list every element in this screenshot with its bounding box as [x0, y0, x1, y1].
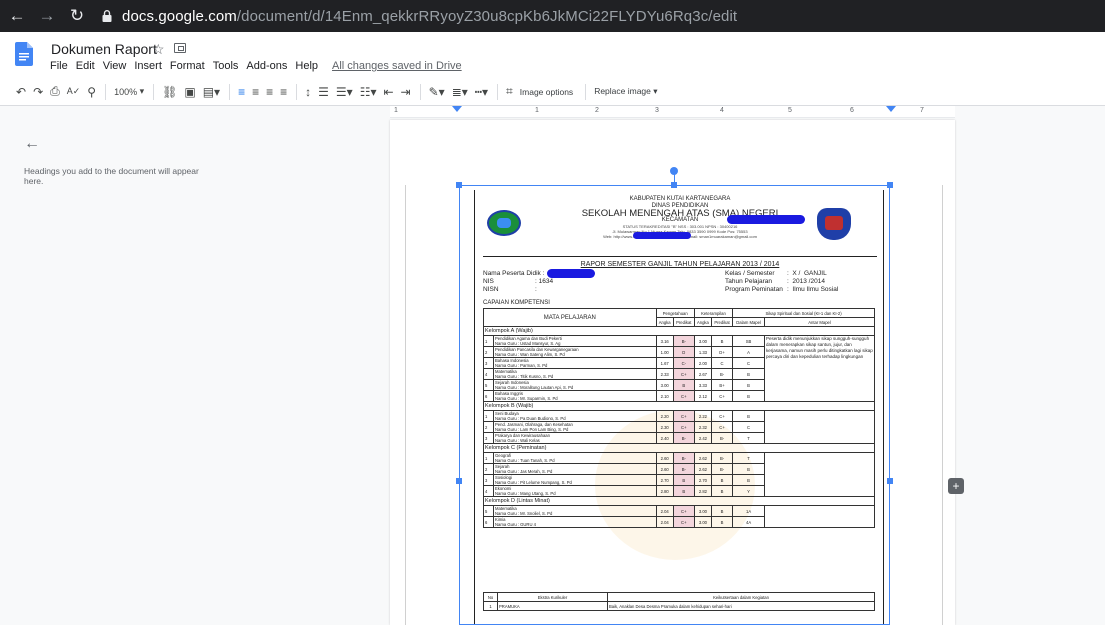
- save-status[interactable]: All changes saved in Drive: [332, 60, 462, 72]
- reload-icon[interactable]: ↻: [64, 3, 90, 29]
- toolbar-divider: [153, 83, 155, 100]
- star-icon[interactable]: ☆: [152, 41, 165, 58]
- ruler-number: 7: [920, 107, 924, 114]
- google-docs-logo-icon[interactable]: [15, 42, 33, 66]
- resize-handle-right[interactable]: [887, 478, 893, 484]
- toolbar-divider: [229, 83, 231, 100]
- spellcheck-icon[interactable]: A✓: [67, 86, 81, 97]
- url-path: /document/d/14Enm_qekkrRRyoyZ30u8cpKb6Jk…: [236, 7, 738, 25]
- align-right-icon[interactable]: ≡: [266, 85, 273, 99]
- horizontal-ruler[interactable]: 1 1 2 3 4 5 6 7: [390, 106, 955, 118]
- browser-url-bar: ← → ↻ docs.google.com/document/d/14Enm_q…: [0, 0, 1105, 32]
- close-outline-arrow-icon[interactable]: ←: [24, 135, 40, 153]
- left-indent-marker[interactable]: [452, 106, 462, 112]
- border-dash-icon[interactable]: ┅▾: [475, 85, 488, 99]
- page-margin-line: [942, 185, 943, 625]
- docs-header: Dokumen Raport ☆ File Edit View Insert F…: [0, 32, 1105, 78]
- menu-insert[interactable]: Insert: [134, 60, 162, 72]
- lock-icon: [102, 10, 112, 22]
- menu-help[interactable]: Help: [295, 60, 318, 72]
- replace-image-button[interactable]: Replace image ▾: [594, 86, 657, 97]
- toolbar-divider: [105, 83, 107, 100]
- toolbar-divider: [419, 83, 421, 100]
- menu-addons[interactable]: Add-ons: [246, 60, 287, 72]
- outline-hint: Headings you add to the document will ap…: [24, 166, 199, 186]
- move-to-folder-icon[interactable]: [174, 43, 186, 53]
- checklist-icon[interactable]: ☰: [318, 85, 329, 99]
- right-indent-marker[interactable]: [886, 106, 896, 112]
- url-host: docs.google.com: [122, 7, 237, 25]
- resize-handle-top-left[interactable]: [456, 182, 462, 188]
- toolbar-divider: [497, 83, 499, 100]
- resize-handle-left[interactable]: [456, 478, 462, 484]
- menu-tools[interactable]: Tools: [213, 60, 239, 72]
- crop-icon[interactable]: ⌗: [506, 84, 513, 99]
- ruler-number: 1: [535, 107, 539, 114]
- bulleted-list-icon[interactable]: ☰▾: [336, 85, 353, 99]
- resize-handle-top[interactable]: [671, 182, 677, 188]
- line-spacing-icon[interactable]: ↕: [305, 85, 311, 99]
- insert-image-icon[interactable]: ▤▾: [203, 85, 220, 99]
- zoom-select[interactable]: 100% ▾: [114, 86, 144, 97]
- numbered-list-icon[interactable]: ☷▾: [360, 85, 377, 99]
- redo-icon[interactable]: ↷: [33, 85, 43, 99]
- ruler-number: 1: [394, 107, 398, 114]
- forward-arrow-icon[interactable]: →: [34, 3, 60, 29]
- border-color-icon[interactable]: ✎▾: [429, 85, 445, 99]
- menu-format[interactable]: Format: [170, 60, 205, 72]
- menu-edit[interactable]: Edit: [76, 60, 95, 72]
- formatting-toolbar: ↶ ↷ ⎙ A✓ ⚲ 100% ▾ ⛓ ▣ ▤▾ ≡ ≡ ≡ ≡ ↕ ☰ ☰▾ …: [0, 78, 1105, 106]
- menu-file[interactable]: File: [50, 60, 68, 72]
- url-text[interactable]: docs.google.com/document/d/14Enm_qekkrRR…: [122, 8, 737, 25]
- decrease-indent-icon[interactable]: ⇤: [383, 85, 393, 99]
- add-comment-toolbar-icon[interactable]: ▣: [184, 85, 195, 99]
- menu-view[interactable]: View: [103, 60, 127, 72]
- ruler-number: 2: [595, 107, 599, 114]
- page-margin-line: [405, 185, 406, 625]
- undo-icon[interactable]: ↶: [16, 85, 26, 99]
- print-icon[interactable]: ⎙: [50, 84, 60, 99]
- ruler-number: 4: [720, 107, 724, 114]
- docs-window: ← → ↻ docs.google.com/document/d/14Enm_q…: [0, 0, 1105, 625]
- align-center-icon[interactable]: ≡: [252, 85, 259, 99]
- ruler-number: 6: [850, 107, 854, 114]
- image-selection-border: [459, 185, 890, 625]
- back-arrow-icon[interactable]: ←: [4, 3, 30, 29]
- border-weight-icon[interactable]: ≣▾: [452, 85, 468, 99]
- increase-indent-icon[interactable]: ⇥: [401, 85, 411, 99]
- justify-icon[interactable]: ≡: [280, 85, 287, 99]
- link-icon[interactable]: ⛓: [162, 85, 177, 99]
- ruler-number: 3: [655, 107, 659, 114]
- document-title[interactable]: Dokumen Raport: [51, 41, 157, 57]
- menu-bar: File Edit View Insert Format Tools Add-o…: [50, 60, 470, 72]
- add-comment-icon[interactable]: +: [948, 478, 964, 494]
- paint-format-icon[interactable]: ⚲: [87, 85, 96, 99]
- align-left-icon[interactable]: ≡: [238, 85, 245, 99]
- ruler-number: 5: [788, 107, 792, 114]
- toolbar-divider: [296, 83, 298, 100]
- rotate-handle[interactable]: [670, 167, 678, 175]
- resize-handle-top-right[interactable]: [887, 182, 893, 188]
- zoom-value: 100%: [114, 86, 138, 97]
- toolbar-divider: [585, 83, 587, 100]
- image-options-button[interactable]: Image options: [520, 87, 573, 97]
